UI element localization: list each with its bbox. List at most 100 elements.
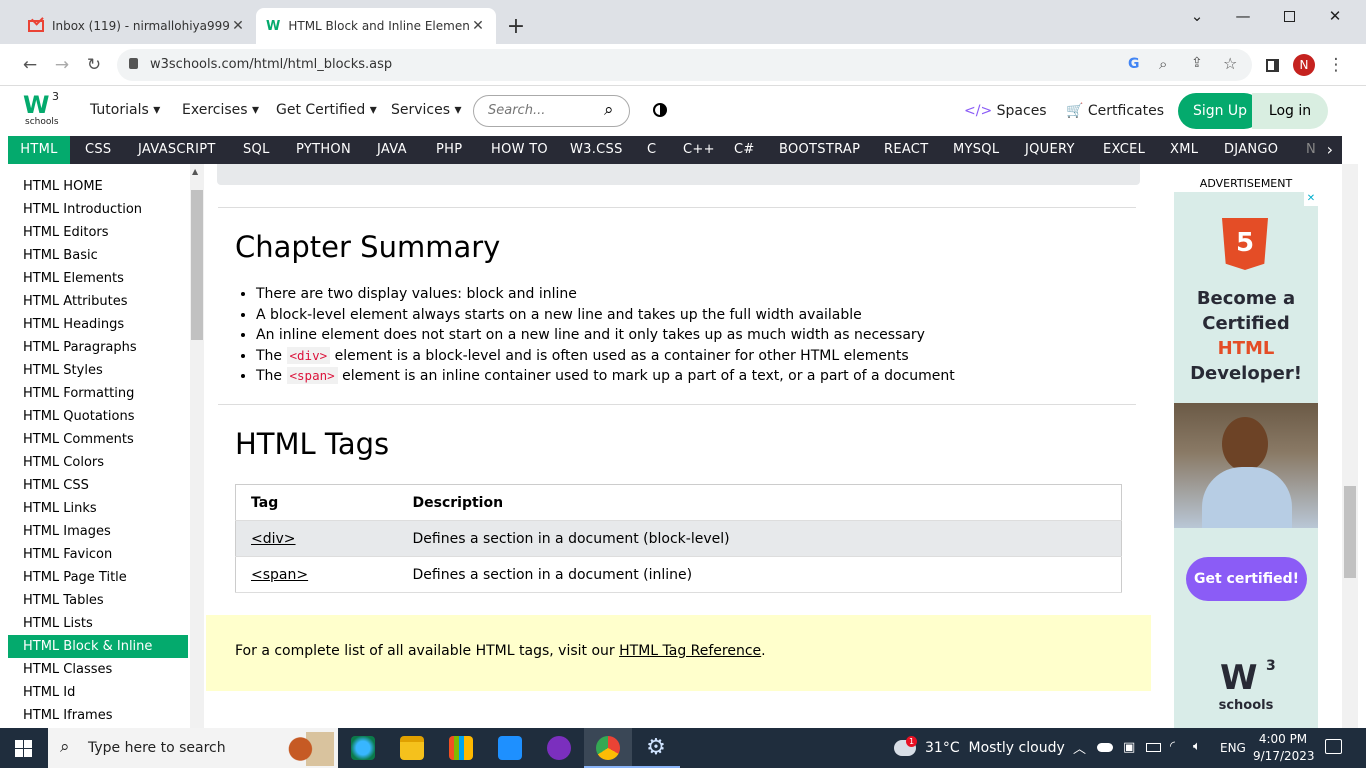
taskbar-search-box[interactable]: ⌕ Type here to search [48, 728, 338, 768]
w3schools-logo[interactable]: W 3 schools [23, 90, 63, 131]
sidebar-item[interactable]: HTML Lists [8, 612, 188, 635]
side-panel-icon[interactable] [1259, 52, 1285, 78]
sidebar-item[interactable]: HTML Styles [8, 359, 188, 382]
dark-mode-toggle-icon[interactable] [653, 103, 667, 117]
sidebar-item[interactable]: HTML Basic [8, 244, 188, 267]
tab-search-icon[interactable]: ⌄ [1174, 0, 1220, 32]
sidebar-item[interactable]: HTML Editors [8, 221, 188, 244]
sidebar-item[interactable]: HTML Iframes [8, 704, 188, 727]
nav-next-item[interactable]: N [1306, 136, 1316, 164]
login-button[interactable]: Log in [1252, 93, 1328, 129]
url-text[interactable]: w3schools.com/html/html_blocks.asp [150, 57, 392, 72]
scroll-up-icon[interactable]: ▲ [192, 167, 198, 176]
sidebar-item-active[interactable]: HTML Block & Inline [8, 635, 188, 658]
language-indicator[interactable]: ENG [1220, 741, 1246, 755]
google-icon[interactable]: G [1128, 56, 1140, 72]
nav-jquery[interactable]: JQUERY [1025, 136, 1075, 164]
sidebar-item[interactable]: HTML Images [8, 520, 188, 543]
tab-html-blocks[interactable]: W HTML Block and Inline Elements ✕ [256, 8, 496, 44]
span-tag-link[interactable]: <span> [251, 567, 308, 583]
nav-bootstrap[interactable]: BOOTSTRAP [779, 136, 860, 164]
microsoft-store-icon[interactable] [449, 736, 473, 760]
div-tag-link[interactable]: <div> [251, 531, 296, 547]
nav-django[interactable]: DJANGO [1224, 136, 1278, 164]
sidebar-scroll-thumb[interactable] [191, 190, 203, 340]
sidebar-item[interactable]: HTML Page Title [8, 566, 188, 589]
certificates-link[interactable]: 🛒 Certficates [1066, 103, 1164, 119]
sidebar-item[interactable]: HTML Colors [8, 451, 188, 474]
ad-close-icon[interactable]: ✕ [1304, 192, 1318, 206]
tab-gmail[interactable]: Inbox (119) - nirmallohiya999@gmail.com … [18, 8, 256, 44]
windows-start-icon[interactable] [15, 740, 32, 757]
meet-now-icon[interactable]: ▣ [1123, 740, 1135, 755]
tag-reference-link[interactable]: HTML Tag Reference [619, 643, 761, 659]
nav-excel[interactable]: EXCEL [1103, 136, 1145, 164]
advertisement-banner[interactable]: ✕ 5 Become a Certified HTML Developer! G… [1174, 192, 1318, 728]
sidebar-item[interactable]: HTML Paragraphs [8, 336, 188, 359]
page-scroll-thumb[interactable] [1344, 486, 1356, 578]
back-icon[interactable]: ← [17, 52, 43, 78]
share-icon[interactable]: ⇪ [1191, 55, 1203, 71]
search-icon[interactable]: ⌕ [604, 100, 614, 120]
menu-exercises[interactable]: Exercises ▾ [182, 102, 259, 118]
sidebar-item[interactable]: HTML Introduction [8, 198, 188, 221]
sidebar-item[interactable]: HTML Headings [8, 313, 188, 336]
sidebar-item[interactable]: HTML Formatting [8, 382, 188, 405]
nav-right-arrow-icon[interactable]: › [1318, 136, 1342, 164]
forward-icon[interactable]: → [49, 52, 75, 78]
mail-icon[interactable] [498, 736, 522, 760]
nav-javascript[interactable]: JAVASCRIPT [138, 136, 216, 164]
sidebar-item[interactable]: HTML Comments [8, 428, 188, 451]
get-certified-button[interactable]: Get certified! [1186, 557, 1307, 601]
menu-kebab-icon[interactable]: ⋮ [1323, 52, 1349, 78]
volume-icon[interactable]: 🔈︎ [1193, 739, 1201, 754]
menu-get-certified[interactable]: Get Certified ▾ [276, 102, 377, 118]
sidebar-scrollbar[interactable]: ▲ [190, 164, 204, 728]
reload-icon[interactable]: ↻ [81, 52, 107, 78]
settings-gear-icon[interactable]: ⚙ [644, 736, 668, 760]
close-tab-icon[interactable]: ✕ [470, 18, 486, 34]
battery-icon[interactable] [1146, 743, 1161, 752]
clock[interactable]: 4:00 PM 9/17/2023 [1253, 731, 1315, 765]
file-explorer-icon[interactable] [400, 736, 424, 760]
sidebar-item[interactable]: HTML Attributes [8, 290, 188, 313]
taskbar-search-input[interactable]: Type here to search [88, 740, 226, 756]
minimize-button[interactable]: — [1220, 0, 1266, 32]
nav-html[interactable]: HTML [8, 136, 70, 164]
page-scrollbar[interactable] [1342, 164, 1358, 728]
signup-button[interactable]: Sign Up [1178, 93, 1262, 129]
nav-css[interactable]: CSS [85, 136, 111, 164]
sidebar-item[interactable]: HTML Tables [8, 589, 188, 612]
sidebar-item[interactable]: HTML Classes [8, 658, 188, 681]
maximize-button[interactable] [1266, 0, 1312, 32]
nav-w3css[interactable]: W3.CSS [570, 136, 623, 164]
nav-react[interactable]: REACT [884, 136, 928, 164]
zoom-icon[interactable]: ⌕ [1159, 55, 1167, 73]
nav-python[interactable]: PYTHON [296, 136, 351, 164]
spaces-link[interactable]: </> Spaces [964, 103, 1047, 119]
nav-cpp[interactable]: C++ [683, 136, 715, 164]
address-bar[interactable]: w3schools.com/html/html_blocks.asp G ⌕ ⇪… [117, 49, 1252, 81]
sidebar-item[interactable]: HTML Quotations [8, 405, 188, 428]
wifi-icon[interactable]: ◜ [1170, 739, 1175, 754]
nav-php[interactable]: PHP [436, 136, 462, 164]
tray-chevron-icon[interactable]: ︿ [1073, 738, 1086, 757]
nav-java[interactable]: JAVA [377, 136, 407, 164]
close-tab-icon[interactable]: ✕ [230, 18, 246, 34]
onedrive-icon[interactable] [1097, 743, 1113, 752]
nav-howto[interactable]: HOW TO [491, 136, 548, 164]
sidebar-item[interactable]: HTML HOME [8, 175, 188, 198]
nav-mysql[interactable]: MYSQL [953, 136, 999, 164]
edge-icon[interactable] [351, 736, 375, 760]
chrome-icon[interactable] [596, 736, 620, 760]
menu-services[interactable]: Services ▾ [391, 102, 462, 118]
sidebar-item[interactable]: HTML Elements [8, 267, 188, 290]
nav-sql[interactable]: SQL [243, 136, 270, 164]
nav-c[interactable]: C [647, 136, 656, 164]
bookmark-star-icon[interactable]: ☆ [1223, 54, 1237, 73]
sidebar-item[interactable]: HTML Id [8, 681, 188, 704]
menu-tutorials[interactable]: Tutorials ▾ [90, 102, 160, 118]
profile-avatar[interactable]: N [1291, 52, 1317, 78]
sidebar-item[interactable]: HTML Favicon [8, 543, 188, 566]
site-search[interactable]: ⌕ [473, 95, 630, 127]
